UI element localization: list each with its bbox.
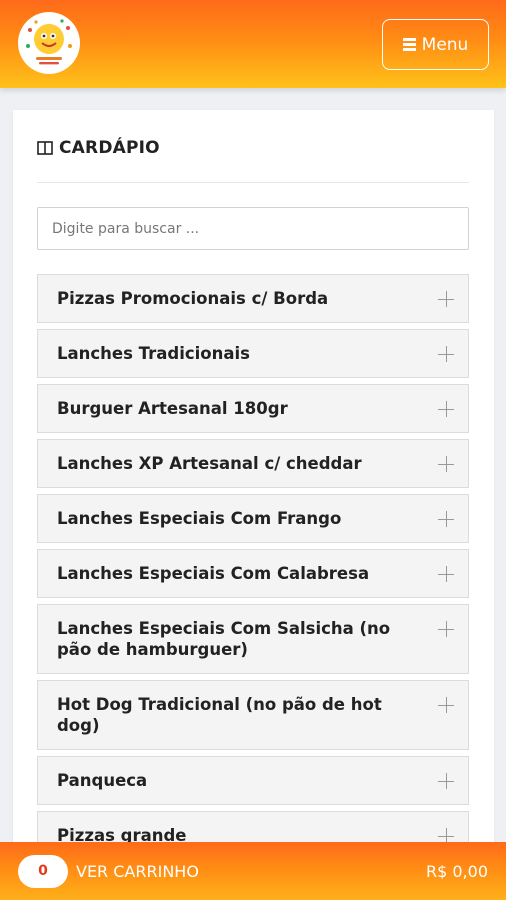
plus-icon[interactable] xyxy=(438,697,454,713)
category-item[interactable]: Lanches Especiais Com Frango xyxy=(37,494,469,543)
category-label: Lanches XP Artesanal c/ cheddar xyxy=(57,454,362,473)
category-item[interactable]: Lanches Tradicionais xyxy=(37,329,469,378)
plus-icon[interactable] xyxy=(438,291,454,307)
category-item[interactable]: Lanches Especiais Com Salsicha (no pão d… xyxy=(37,604,469,674)
plus-icon[interactable] xyxy=(438,621,454,637)
category-item[interactable]: Pizzas Promocionais c/ Borda xyxy=(37,274,469,323)
category-item[interactable]: Lanches XP Artesanal c/ cheddar xyxy=(37,439,469,488)
plus-icon[interactable] xyxy=(438,456,454,472)
category-label: Lanches Especiais Com Salsicha (no pão d… xyxy=(57,619,391,659)
cart-total: R$ 0,00 xyxy=(425,861,488,881)
category-label: Lanches Tradicionais xyxy=(57,344,250,363)
divider xyxy=(37,182,469,183)
category-label: Burguer Artesanal 180gr xyxy=(57,399,288,418)
category-label: Panqueca xyxy=(57,771,148,790)
plus-icon[interactable] xyxy=(438,566,454,582)
book-icon xyxy=(37,141,53,155)
menu-card: CARDÁPIO Pizzas Promocionais c/ Borda La… xyxy=(13,110,494,870)
category-item[interactable]: Hot Dog Tradicional (no pão de hot dog) xyxy=(37,680,469,750)
category-item[interactable]: Panqueca xyxy=(37,756,469,805)
category-item[interactable]: Lanches Especiais Com Calabresa xyxy=(37,549,469,598)
plus-icon[interactable] xyxy=(438,401,454,417)
card-title-text: CARDÁPIO xyxy=(59,138,160,158)
plus-icon[interactable] xyxy=(438,346,454,362)
view-cart-button[interactable]: VER CARRINHO xyxy=(76,862,199,881)
category-list: Pizzas Promocionais c/ Borda Lanches Tra… xyxy=(37,274,469,866)
plus-icon[interactable] xyxy=(438,773,454,789)
app-header: Menu xyxy=(0,0,506,88)
cart-bar[interactable]: 0 VER CARRINHO R$ 0,00 xyxy=(0,842,506,900)
search-input[interactable] xyxy=(37,207,469,250)
menu-button[interactable]: Menu xyxy=(382,19,489,70)
category-label: Hot Dog Tradicional (no pão de hot dog) xyxy=(57,695,382,735)
hamburger-icon xyxy=(402,38,416,51)
category-item[interactable]: Burguer Artesanal 180gr xyxy=(37,384,469,433)
category-label: Lanches Especiais Com Frango xyxy=(57,509,342,528)
card-title: CARDÁPIO xyxy=(37,138,160,158)
category-label: Lanches Especiais Com Calabresa xyxy=(57,564,370,583)
cart-count-badge: 0 xyxy=(18,854,68,888)
menu-button-label: Menu xyxy=(421,34,469,55)
plus-icon[interactable] xyxy=(438,511,454,527)
category-label: Pizzas Promocionais c/ Borda xyxy=(57,289,329,308)
restaurant-logo[interactable] xyxy=(18,12,80,74)
logo-mascot-icon xyxy=(20,14,78,72)
